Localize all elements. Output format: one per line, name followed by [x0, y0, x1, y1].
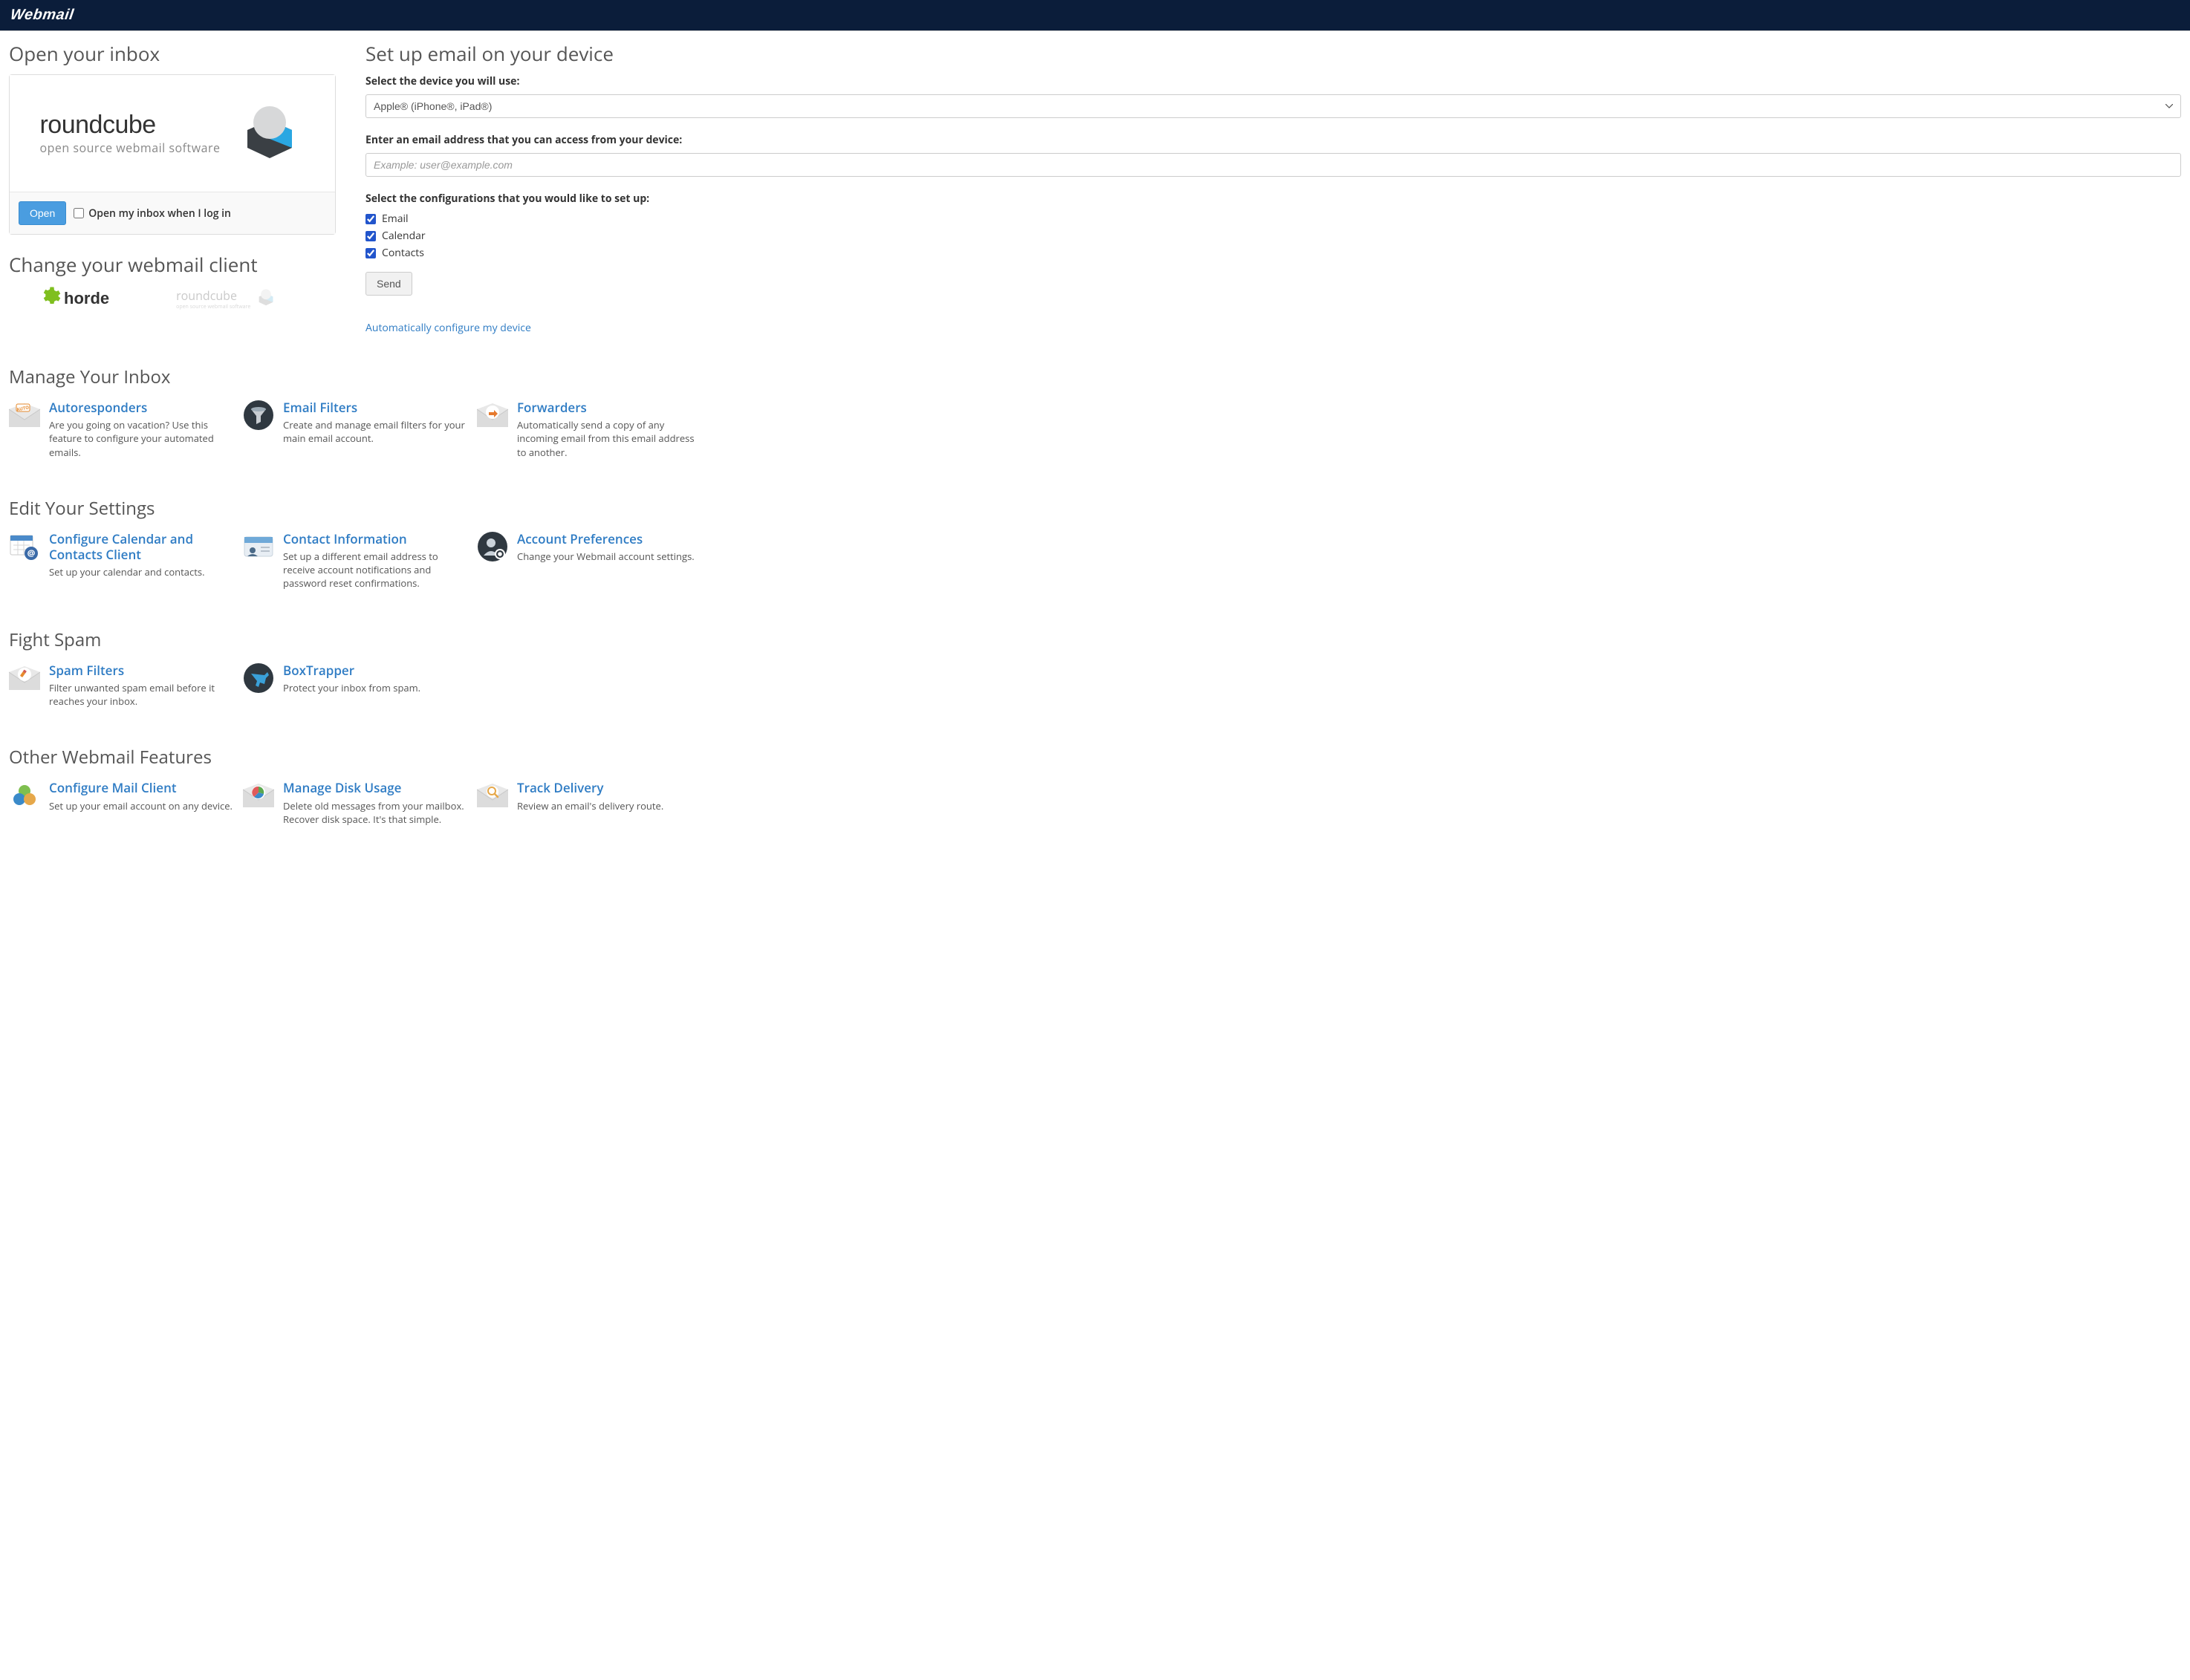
feature-description: Delete old messages from your mailbox. R…	[283, 799, 467, 826]
feature-item: AUTO Autoresponders Are you going on vacat…	[9, 400, 243, 459]
open-button[interactable]: Open	[19, 201, 66, 225]
feature-description: Set up your calendar and contacts.	[49, 565, 233, 579]
roundcube-cube-icon	[234, 102, 305, 165]
feature-title-link[interactable]: Account Preferences	[517, 531, 701, 547]
feature-description: Change your Webmail account settings.	[517, 550, 701, 563]
config-calendar-row[interactable]: Calendar	[365, 229, 2181, 243]
auto-open-checkbox-label[interactable]: Open my inbox when I log in	[74, 206, 231, 221]
feature-item: @ Configure Calendar and Contacts Client S…	[9, 531, 243, 590]
search-env-icon	[477, 780, 508, 811]
email-input[interactable]	[365, 153, 2181, 177]
roundcube-subtitle: open source webmail software	[39, 140, 220, 156]
section-title: Fight Spam	[9, 628, 2181, 652]
inbox-card: roundcube open source webmail software O…	[9, 74, 336, 235]
config-email-checkbox[interactable]	[365, 214, 376, 224]
feature-item: Configure Mail Client Set up your email a…	[9, 780, 243, 826]
feature-description: Set up a different email address to rece…	[283, 550, 467, 590]
feature-title-link[interactable]: Configure Calendar and Contacts Client	[49, 531, 233, 563]
feature-section: Edit Your Settings @ Configure Calendar an…	[9, 496, 2181, 605]
pencil-env-icon	[9, 662, 40, 694]
brand-logo: Webmail	[9, 7, 75, 24]
feature-title-link[interactable]: Spam Filters	[49, 662, 233, 678]
feature-section: Fight Spam Spam Filters Filter unwanted sp…	[9, 628, 2181, 723]
config-label: Select the configurations that you would…	[365, 192, 2181, 206]
auto-open-checkbox[interactable]	[74, 208, 84, 218]
feature-title-link[interactable]: Autoresponders	[49, 400, 233, 415]
feature-title-link[interactable]: Configure Mail Client	[49, 780, 233, 795]
roundcube-cube-icon	[255, 287, 277, 310]
config-contacts-row[interactable]: Contacts	[365, 246, 2181, 260]
roundcube-title: roundcube	[39, 111, 220, 140]
config-calendar-checkbox[interactable]	[365, 231, 376, 241]
feature-title-link[interactable]: BoxTrapper	[283, 662, 467, 678]
feature-item: Contact Information Set up a different em…	[243, 531, 477, 590]
raygun-icon	[243, 662, 274, 694]
feature-description: Create and manage email filters for your…	[283, 418, 467, 445]
feature-item: Forwarders Automatically send a copy of a…	[477, 400, 711, 459]
change-client-heading: Change your webmail client	[9, 251, 336, 278]
calendar-at-icon: @	[9, 531, 40, 562]
section-title: Other Webmail Features	[9, 745, 2181, 769]
contact-card-icon	[243, 531, 274, 562]
feature-item: Track Delivery Review an email's delivery…	[477, 780, 711, 826]
feature-title-link[interactable]: Email Filters	[283, 400, 467, 415]
feature-description: Protect your inbox from spam.	[283, 681, 467, 694]
send-button[interactable]: Send	[365, 272, 412, 296]
section-title: Manage Your Inbox	[9, 365, 2181, 389]
feature-item: Email Filters Create and manage email fil…	[243, 400, 477, 459]
feature-item: Spam Filters Filter unwanted spam email b…	[9, 662, 243, 709]
user-gear-icon	[477, 531, 508, 562]
feature-section: Manage Your Inbox AUTO Autoresponders Are y…	[9, 365, 2181, 474]
auto-configure-link[interactable]: Automatically configure my device	[365, 321, 531, 335]
config-email-row[interactable]: Email	[365, 212, 2181, 226]
feature-item: Account Preferences Change your Webmail a…	[477, 531, 711, 590]
feature-title-link[interactable]: Forwarders	[517, 400, 701, 415]
feature-description: Set up your email account on any device.	[49, 799, 233, 813]
roundcube-client-option[interactable]: roundcube open source webmail software	[176, 287, 277, 310]
feature-description: Filter unwanted spam email before it rea…	[49, 681, 233, 708]
gear-icon	[39, 285, 61, 312]
horde-client-option[interactable]: horde	[39, 285, 109, 312]
config-contacts-checkbox[interactable]	[365, 248, 376, 258]
section-title: Edit Your Settings	[9, 496, 2181, 521]
setup-heading: Set up email on your device	[365, 40, 2181, 67]
feature-description: Review an email's delivery route.	[517, 799, 701, 813]
tricolor-icon	[9, 780, 40, 811]
auto-envelope-icon: AUTO	[9, 400, 40, 431]
feature-title-link[interactable]: Contact Information	[283, 531, 467, 547]
feature-section: Other Webmail Features Configure Mail Cli…	[9, 745, 2181, 841]
pie-env-icon	[243, 780, 274, 811]
email-input-label: Enter an email address that you can acce…	[365, 133, 2181, 147]
forward-env-icon	[477, 400, 508, 431]
device-select-label: Select the device you will use:	[365, 74, 2181, 88]
feature-description: Are you going on vacation? Use this feat…	[49, 418, 233, 459]
svg-text:@: @	[27, 547, 36, 559]
feature-description: Automatically send a copy of any incomin…	[517, 418, 701, 459]
feature-title-link[interactable]: Track Delivery	[517, 780, 701, 795]
topbar: Webmail	[0, 0, 2190, 31]
roundcube-logo-area: roundcube open source webmail software	[10, 75, 335, 192]
feature-title-link[interactable]: Manage Disk Usage	[283, 780, 467, 795]
funnel-icon	[243, 400, 274, 431]
feature-item: Manage Disk Usage Delete old messages fro…	[243, 780, 477, 826]
feature-item: BoxTrapper Protect your inbox from spam.	[243, 662, 477, 709]
open-inbox-heading: Open your inbox	[9, 40, 336, 67]
device-select[interactable]: Apple® (iPhone®, iPad®)	[365, 94, 2181, 118]
